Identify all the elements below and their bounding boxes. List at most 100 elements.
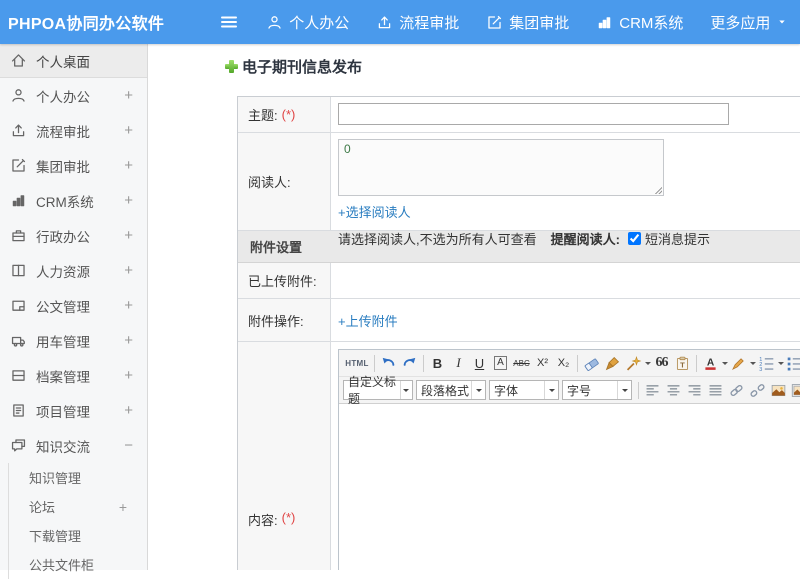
nav-item-1[interactable]: 流程审批	[376, 12, 459, 33]
italic-button[interactable]: I	[448, 353, 469, 374]
sidebar-subitem-1[interactable]: 论坛 +	[9, 492, 147, 521]
sidebar-item-label: 集团审批	[36, 159, 90, 175]
resize-grip-icon[interactable]	[653, 185, 662, 194]
highlight-color-button[interactable]	[728, 353, 749, 374]
expand-toggle-icon[interactable]: +	[124, 402, 133, 419]
nav-item-3[interactable]: CRM系统	[596, 12, 683, 33]
expand-toggle-icon[interactable]: +	[124, 122, 133, 139]
align-center-button[interactable]	[663, 380, 684, 401]
caret-down-icon	[776, 16, 788, 28]
strikethrough-button[interactable]: ABC	[511, 353, 532, 374]
nav-item-label: 个人办公	[289, 14, 350, 32]
expand-toggle-icon[interactable]: +	[124, 367, 133, 384]
sms-remind-checkbox[interactable]	[627, 232, 641, 245]
expand-toggle-icon[interactable]: +	[124, 227, 133, 244]
media-button[interactable]	[789, 380, 800, 401]
sidebar-item-10[interactable]: 项目管理 +	[0, 393, 147, 428]
caret-down-icon	[399, 381, 412, 399]
redo-icon[interactable]	[399, 353, 420, 374]
font-color-button[interactable]: A	[700, 353, 721, 374]
sidebar-subitem-0[interactable]: 知识管理	[9, 463, 147, 492]
readers-textarea[interactable]: 0	[338, 139, 664, 196]
sidebar-item-0[interactable]: 个人桌面	[0, 44, 147, 78]
sidebar-subitem-3[interactable]: 公共文件柜	[9, 550, 147, 579]
nav-item-label: 流程审批	[399, 14, 460, 32]
nav-item-2[interactable]: 集团审批	[486, 12, 569, 33]
heading-select[interactable]: 自定义标题	[343, 375, 413, 406]
unordered-list-button[interactable]	[784, 353, 800, 374]
subscript-button[interactable]: X₂	[553, 353, 574, 374]
expand-toggle-icon[interactable]: +	[124, 157, 133, 174]
content-row: 内容: (*) HTML B I U A ABC X² X₂ 66 T A 1 2 3 自定义标题 段落格式…	[238, 342, 800, 570]
user-icon	[266, 14, 283, 31]
sidebar-item-label: 人力资源	[36, 264, 90, 280]
expand-toggle-icon[interactable]: +	[124, 332, 133, 349]
book-icon	[10, 262, 27, 279]
select-readers-link[interactable]: +选择阅读人	[338, 202, 411, 221]
editor-content-area[interactable]	[339, 404, 800, 570]
sidebar-subitem-2[interactable]: 下载管理	[9, 521, 147, 550]
sidebar-subitem-label: 论坛	[29, 500, 56, 515]
font-box-button[interactable]: A	[490, 353, 511, 374]
sidebar-item-2[interactable]: 流程审批 +	[0, 113, 147, 148]
expand-toggle-icon[interactable]: +	[124, 192, 133, 209]
undo-icon[interactable]	[378, 353, 399, 374]
main-content: 电子期刊信息发布 主题: (*) 阅读人: 0 +选择阅读人 请选择阅读人,不选…	[149, 44, 800, 570]
content-label: 内容: (*)	[238, 342, 331, 570]
paste-text-icon[interactable]: T	[672, 353, 693, 374]
sidebar-item-1[interactable]: 个人办公 +	[0, 78, 147, 113]
page-title-row: 电子期刊信息发布	[225, 56, 362, 77]
expand-toggle-icon[interactable]: +	[124, 87, 133, 104]
align-left-button[interactable]	[642, 380, 663, 401]
sidebar-item-11[interactable]: 知识交流 −	[0, 428, 147, 463]
readers-row: 阅读人: 0 +选择阅读人 请选择阅读人,不选为所有人可查看 提醒阅读人: 短消…	[238, 133, 800, 247]
project-icon	[10, 402, 27, 419]
blockquote-button[interactable]: 66	[651, 353, 672, 374]
caret-down-icon	[617, 381, 631, 399]
expand-toggle-icon[interactable]: +	[124, 297, 133, 314]
font-family-select[interactable]: 字体	[489, 380, 559, 400]
required-mark: (*)	[281, 510, 296, 525]
workflow-icon	[376, 14, 393, 31]
expand-toggle-icon[interactable]: −	[124, 437, 133, 454]
align-right-button[interactable]	[684, 380, 705, 401]
subject-label: 主题: (*)	[238, 97, 331, 132]
hamburger-icon[interactable]	[214, 8, 244, 36]
image-button[interactable]	[768, 380, 789, 401]
sidebar-item-9[interactable]: 档案管理 +	[0, 358, 147, 393]
sidebar-item-6[interactable]: 人力资源 +	[0, 253, 147, 288]
underline-button[interactable]: U	[469, 353, 490, 374]
html-source-button[interactable]: HTML	[343, 353, 371, 374]
sidebar-item-8[interactable]: 用车管理 +	[0, 323, 147, 358]
expand-toggle-icon[interactable]: +	[119, 499, 127, 515]
top-header: PHPOA协同办公软件 个人办公 流程审批 集团审批 CRM系统 更多应用	[0, 0, 800, 44]
eraser-icon[interactable]	[581, 353, 602, 374]
align-justify-button[interactable]	[705, 380, 726, 401]
sidebar-item-4[interactable]: CRM系统 +	[0, 183, 147, 218]
sidebar-item-5[interactable]: 行政办公 +	[0, 218, 147, 253]
sidebar-item-label: 公文管理	[36, 299, 90, 315]
toolbar-separator	[577, 354, 578, 372]
nav-item-4[interactable]: 更多应用	[710, 12, 788, 33]
subject-input[interactable]	[338, 103, 729, 125]
bold-button[interactable]: B	[427, 353, 448, 374]
sidebar-item-label: 档案管理	[36, 369, 90, 385]
sidebar-item-7[interactable]: 公文管理 +	[0, 288, 147, 323]
toolbar-separator	[638, 381, 639, 399]
paragraph-select[interactable]: 段落格式	[416, 380, 486, 400]
quick-format-icon[interactable]	[623, 353, 644, 374]
readers-value: 0	[344, 142, 351, 156]
ordered-list-button[interactable]: 123	[756, 353, 777, 374]
superscript-button[interactable]: X²	[532, 353, 553, 374]
font-size-select[interactable]: 字号	[562, 380, 632, 400]
link-button[interactable]	[726, 380, 747, 401]
unlink-button[interactable]	[747, 380, 768, 401]
sidebar-item-3[interactable]: 集团审批 +	[0, 148, 147, 183]
edit-square-icon	[10, 157, 27, 174]
upload-attachment-link[interactable]: +上传附件	[338, 311, 398, 330]
nav-item-0[interactable]: 个人办公	[266, 12, 349, 33]
attachment-ops-label: 附件操作:	[238, 299, 331, 341]
format-brush-icon[interactable]	[602, 353, 623, 374]
font-size-select-value: 字号	[567, 383, 592, 398]
expand-toggle-icon[interactable]: +	[124, 262, 133, 279]
